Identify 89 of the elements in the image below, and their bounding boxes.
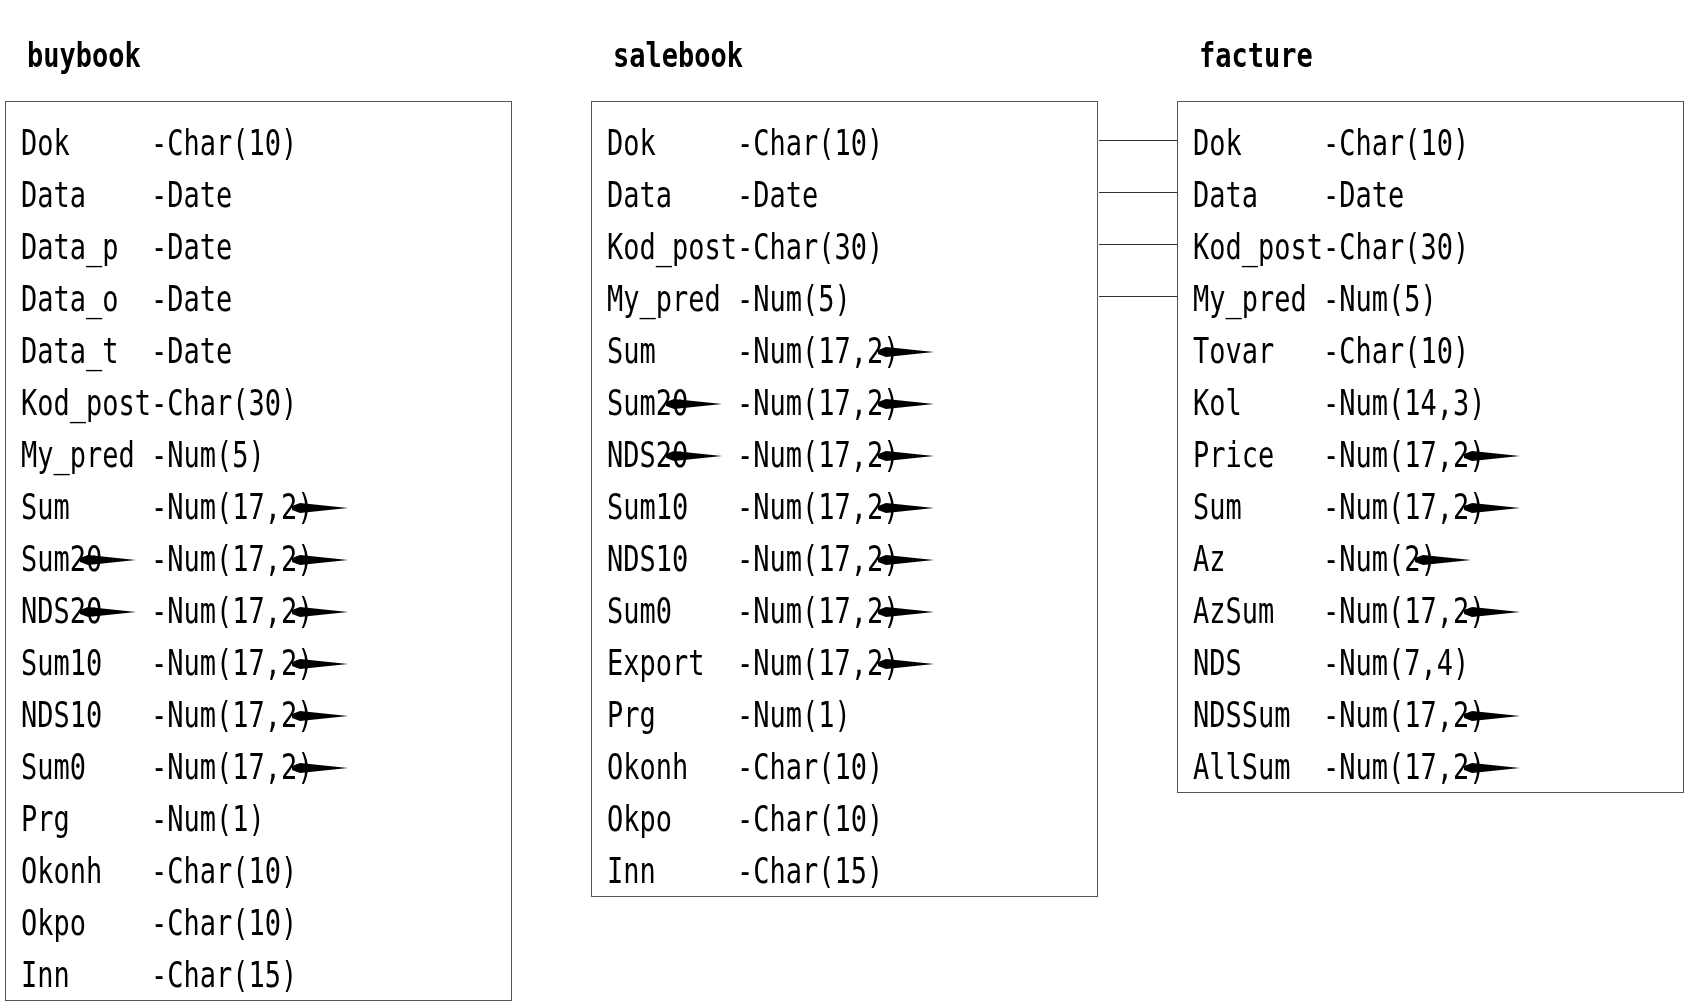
field-type: -Num(17,2) <box>737 433 900 475</box>
field-name: NDS10 <box>21 693 103 735</box>
field-name: Sum <box>1193 485 1242 527</box>
field-type: -Num(14,3) <box>1323 381 1486 423</box>
field-name: Dok <box>21 121 70 163</box>
table-title: buybook <box>27 35 141 77</box>
field-type: -Num(5) <box>737 277 851 319</box>
field-type: -Char(10) <box>151 849 298 891</box>
field-name: NDS10 <box>607 537 689 579</box>
field-name: Data_p <box>21 225 119 267</box>
table-title: facture <box>1199 35 1313 77</box>
field-name: Sum0 <box>607 589 673 631</box>
field-type: -Num(17,2) <box>151 485 314 527</box>
field-name: Okpo <box>21 901 87 943</box>
field-type: -Char(10) <box>1323 121 1470 163</box>
field-name: My_pred <box>1193 277 1307 319</box>
field-name: Sum10 <box>21 641 103 683</box>
field-type: -Num(17,2) <box>1323 433 1486 475</box>
field-name: NDSSum <box>1193 693 1291 735</box>
field-type: -Date <box>151 329 233 371</box>
field-type: -Char(30) <box>737 225 884 267</box>
field-type: -Num(1) <box>151 797 265 839</box>
field-name: Kod_post <box>1193 225 1324 267</box>
field-name: Az <box>1193 537 1226 579</box>
field-type: -Char(10) <box>737 745 884 787</box>
field-type: -Date <box>151 225 233 267</box>
field-name: My_pred <box>21 433 135 475</box>
field-name: Sum0 <box>21 745 87 787</box>
field-name: AllSum <box>1193 745 1291 787</box>
field-type: -Num(5) <box>151 433 265 475</box>
field-type: -Char(15) <box>737 849 884 891</box>
field-name: Okonh <box>21 849 103 891</box>
field-type: -Char(30) <box>151 381 298 423</box>
field-type: -Num(17,2) <box>737 485 900 527</box>
field-name: My_pred <box>607 277 721 319</box>
field-type: -Num(17,2) <box>151 745 314 787</box>
field-name: Dok <box>1193 121 1242 163</box>
field-name: Dok <box>607 121 656 163</box>
field-name: Export <box>607 641 705 683</box>
field-type: -Num(17,2) <box>1323 589 1486 631</box>
field-type: -Num(17,2) <box>737 537 900 579</box>
field-name: Data <box>1193 173 1259 215</box>
field-name: Sum <box>21 485 70 527</box>
field-type: -Char(10) <box>151 121 298 163</box>
field-name: Prg <box>607 693 656 735</box>
field-type: -Num(7,4) <box>1323 641 1470 683</box>
field-type: -Char(15) <box>151 953 298 995</box>
field-name: Kod_post <box>607 225 738 267</box>
field-name: Sum10 <box>607 485 689 527</box>
field-name: Okpo <box>607 797 673 839</box>
field-name: Inn <box>21 953 70 995</box>
field-name: Data <box>607 173 673 215</box>
field-name: AzSum <box>1193 589 1275 631</box>
field-type: -Char(10) <box>1323 329 1470 371</box>
field-type: -Num(5) <box>1323 277 1437 319</box>
field-type: -Date <box>151 277 233 319</box>
field-name: Data <box>21 173 87 215</box>
field-type: -Num(2) <box>1323 537 1437 579</box>
field-name: Data_t <box>21 329 119 371</box>
field-name: Tovar <box>1193 329 1275 371</box>
field-type: -Num(17,2) <box>737 381 900 423</box>
field-name: Kol <box>1193 381 1242 423</box>
field-type: -Num(1) <box>737 693 851 735</box>
field-type: -Char(10) <box>151 901 298 943</box>
field-type: -Num(17,2) <box>1323 485 1486 527</box>
field-name: Prg <box>21 797 70 839</box>
field-type: -Num(17,2) <box>737 589 900 631</box>
field-type: -Num(17,2) <box>151 693 314 735</box>
field-name: Price <box>1193 433 1275 475</box>
field-name: Kod_post <box>21 381 152 423</box>
field-name: Data_o <box>21 277 119 319</box>
field-type: -Char(10) <box>737 797 884 839</box>
field-name: Okonh <box>607 745 689 787</box>
field-type: -Num(17,2) <box>1323 693 1486 735</box>
table-title: salebook <box>613 35 744 77</box>
field-type: -Date <box>151 173 233 215</box>
field-type: -Num(17,2) <box>151 537 314 579</box>
field-name: Sum <box>607 329 656 371</box>
field-name: NDS <box>1193 641 1242 683</box>
field-type: -Num(17,2) <box>737 329 900 371</box>
field-name: Inn <box>607 849 656 891</box>
field-type: -Num(17,2) <box>151 589 314 631</box>
field-type: -Num(17,2) <box>151 641 314 683</box>
field-type: -Num(17,2) <box>737 641 900 683</box>
field-type: -Date <box>1323 173 1405 215</box>
field-type: -Char(30) <box>1323 225 1470 267</box>
field-type: -Date <box>737 173 819 215</box>
field-type: -Num(17,2) <box>1323 745 1486 787</box>
field-type: -Char(10) <box>737 121 884 163</box>
